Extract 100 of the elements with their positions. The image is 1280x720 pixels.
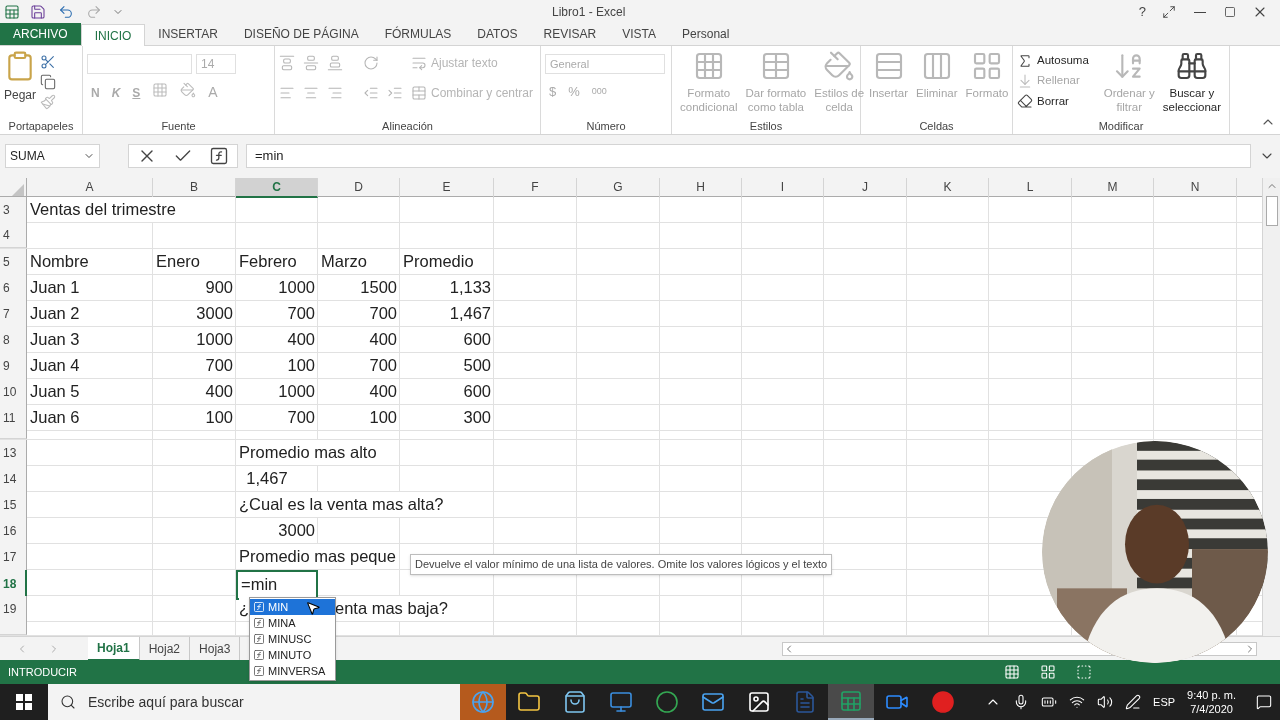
column-header[interactable]: L <box>989 178 1072 198</box>
align-top-icon <box>279 55 295 71</box>
function-icon <box>253 601 265 613</box>
search-field[interactable]: Escribe aquí para buscar <box>48 684 460 720</box>
active-cell[interactable]: =min <box>236 570 318 600</box>
column-header[interactable]: N <box>1154 178 1237 198</box>
row-header[interactable]: 8 <box>0 327 27 354</box>
column-header[interactable]: J <box>824 178 907 198</box>
pen-icon <box>1125 694 1142 710</box>
ribbon-tab[interactable]: INSERTAR <box>145 23 231 45</box>
status-mode: INTRODUCIR <box>8 664 78 680</box>
autocomplete-item[interactable]: MINA <box>250 615 335 631</box>
scissors-icon <box>40 54 57 70</box>
row-header[interactable]: 5 <box>0 249 27 276</box>
cell-text: enta mas baja? <box>335 596 448 621</box>
row-header[interactable]: 6 <box>0 275 27 302</box>
wifi-icon <box>1069 694 1086 710</box>
ribbon-tab[interactable]: REVISAR <box>530 23 610 45</box>
column-header[interactable]: F <box>494 178 577 198</box>
cell-text: Promedio mas alto <box>239 440 377 465</box>
eraser-icon <box>1017 93 1033 110</box>
row-header[interactable]: 10 <box>0 379 27 406</box>
page-layout-button[interactable] <box>1040 664 1056 680</box>
ribbon-tab[interactable]: Personal <box>669 23 743 45</box>
search-icon <box>60 694 76 710</box>
speaker-icon <box>1097 694 1114 710</box>
insert-function-button[interactable] <box>209 146 229 166</box>
align-right-icon <box>327 85 343 101</box>
vertical-scrollbar[interactable] <box>1262 178 1280 636</box>
browser-icon <box>471 690 495 714</box>
column-header[interactable]: H <box>660 178 742 198</box>
row-header[interactable]: 7 <box>0 301 27 328</box>
ribbon-tab[interactable]: DISEÑO DE PÁGINA <box>230 23 372 45</box>
row-header[interactable]: 13 <box>0 440 27 467</box>
save-icon <box>30 4 46 20</box>
column-header[interactable]: C <box>236 178 318 198</box>
autocomplete-item[interactable]: MINVERSA <box>250 663 335 679</box>
name-box[interactable]: SUMA <box>5 144 100 168</box>
ribbon-tab[interactable]: FÓRMULAS <box>371 23 465 45</box>
ribbon-button[interactable]: Buscar y seleccionar <box>1158 50 1225 118</box>
sheet-tab[interactable]: Hoja1 <box>88 636 140 661</box>
column-header[interactable]: D <box>318 178 400 198</box>
expand-icon <box>1162 5 1176 19</box>
document-icon <box>793 690 817 714</box>
ribbon-tab[interactable]: INICIO <box>80 24 146 46</box>
row-header[interactable]: 9 <box>0 353 27 380</box>
grid-icon <box>1004 664 1020 680</box>
ribbon-button[interactable]: Autosuma <box>1017 52 1100 70</box>
ribbon-tab[interactable]: VISTA <box>609 23 670 45</box>
row-header[interactable]: 16 <box>0 518 27 545</box>
language-indicator[interactable]: ESP <box>1153 693 1176 711</box>
help-button[interactable]: ? <box>1138 2 1146 22</box>
row-header[interactable]: 11 <box>0 405 27 432</box>
column-header[interactable]: M <box>1072 178 1154 198</box>
page-break-button[interactable] <box>1076 664 1092 680</box>
row-header[interactable]: 14 <box>0 466 27 493</box>
column-header[interactable]: K <box>907 178 989 198</box>
save-button[interactable] <box>28 2 48 22</box>
row-header[interactable]: 4 <box>0 223 27 248</box>
copy-button[interactable] <box>40 74 57 90</box>
row-header[interactable]: 19 <box>0 596 27 623</box>
column-header[interactable]: E <box>400 178 494 198</box>
font-name-field[interactable] <box>87 54 192 74</box>
windows-logo-icon <box>16 694 32 710</box>
cut-button[interactable] <box>40 54 57 70</box>
formula-field[interactable]: =min <box>246 144 1251 168</box>
group-label: Celdas <box>918 119 955 134</box>
function-icon <box>253 665 265 677</box>
group-label: Número <box>585 119 627 134</box>
column-header[interactable]: G <box>577 178 660 198</box>
ribbon-display-button[interactable] <box>1162 5 1176 19</box>
minimize-icon <box>1194 11 1206 13</box>
function-icon <box>209 146 229 166</box>
row-header[interactable]: 17 <box>0 544 27 571</box>
autocomplete-item[interactable]: MINUSC <box>250 631 335 647</box>
scroll-thumb[interactable] <box>1265 196 1278 226</box>
restore-button[interactable] <box>1224 6 1236 18</box>
mouse-pointer-icon <box>305 600 321 616</box>
column-header[interactable]: I <box>742 178 824 198</box>
folder-icon <box>517 690 541 714</box>
paint-bucket-icon <box>823 50 856 82</box>
paste-button[interactable]: Pegar <box>4 50 37 118</box>
round-logo-icon <box>655 690 679 714</box>
normal-view-button[interactable] <box>1004 664 1020 680</box>
undo-icon <box>58 4 74 20</box>
notification-icon <box>1256 694 1272 710</box>
redo-icon <box>86 4 102 20</box>
row-header[interactable]: 3 <box>0 197 27 224</box>
merge-icon <box>411 85 427 101</box>
group-label: Alineación <box>381 119 434 134</box>
file-tab[interactable]: ARCHIVO <box>0 23 81 45</box>
orientation-icon <box>363 55 379 71</box>
autocomplete-item[interactable]: MINUTO <box>250 647 335 663</box>
autocomplete-item[interactable]: MIN <box>250 599 335 615</box>
row-header[interactable]: 15 <box>0 492 27 519</box>
ribbon-button[interactable]: Borrar <box>1017 92 1100 110</box>
function-icon <box>253 617 265 629</box>
ribbon-tab[interactable]: DATOS <box>464 23 531 45</box>
group-label: Modificar <box>1097 119 1145 134</box>
page-break-icon <box>1076 664 1092 680</box>
